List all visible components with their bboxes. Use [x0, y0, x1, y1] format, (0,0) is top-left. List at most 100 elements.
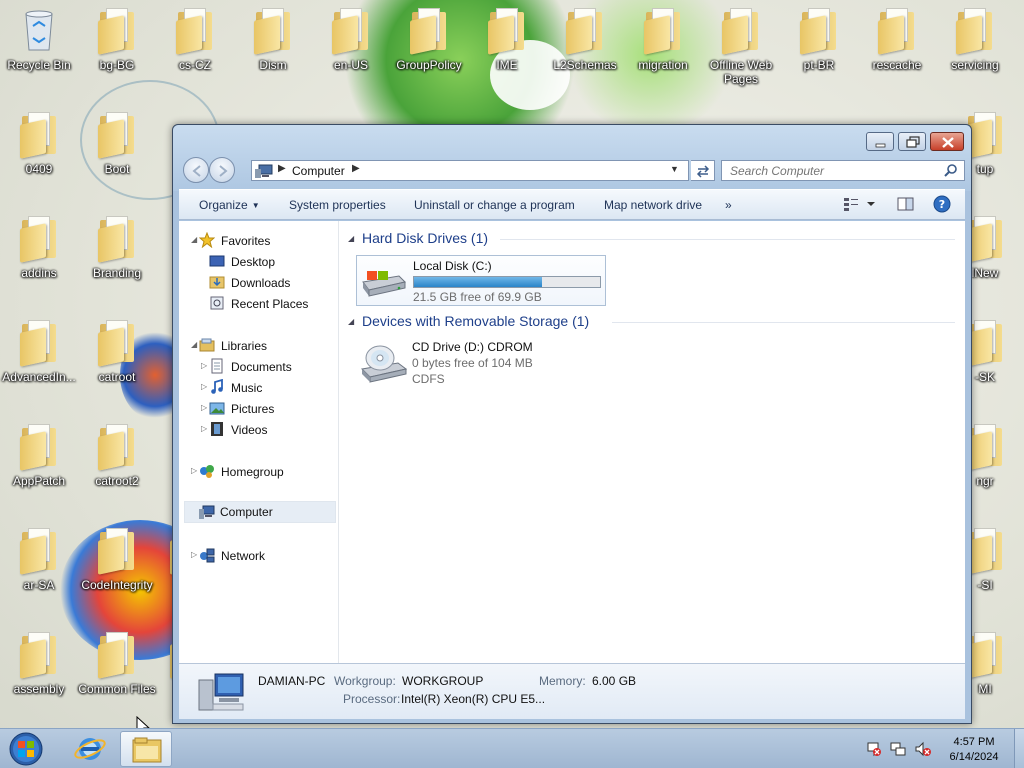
command-bar: Organize ▼ System properties Uninstall or… [179, 189, 965, 220]
nav-item-music[interactable]: Music [209, 378, 329, 398]
processor-label: Processor: [343, 692, 401, 706]
desktop-icon-boot[interactable]: Boot [78, 104, 156, 204]
change-view-button[interactable] [843, 196, 879, 215]
action-center-icon[interactable] [866, 741, 882, 757]
nav-item-videos[interactable]: Videos [209, 420, 329, 440]
desktop-icon-grouppolicy[interactable]: GroupPolicy [390, 0, 468, 100]
volume-muted-icon[interactable] [914, 741, 932, 757]
desktop-icon-recycle-bin[interactable]: Recycle Bin [0, 0, 78, 100]
search-input[interactable] [721, 160, 965, 181]
nav-item-favorites[interactable]: Favorites [199, 231, 329, 251]
nav-item-computer[interactable]: Computer [184, 501, 336, 523]
system-properties-button[interactable]: System properties [289, 198, 386, 212]
desktop-icon-catroot2[interactable]: catroot2 [78, 416, 156, 516]
navigation-pane: ◢ Favorites Desktop Downloads Recent Pla… [179, 221, 339, 663]
desktop-icon-common-files[interactable]: Common Files [78, 624, 156, 724]
desktop-icon-apppatch[interactable]: AppPatch [0, 416, 78, 516]
collapse-arrow-icon[interactable]: ◢ [191, 235, 197, 244]
drive-usage-bar [413, 276, 601, 288]
breadcrumb-arrow-icon[interactable]: ▶ [278, 163, 286, 174]
desktop-icon-branding[interactable]: Branding [78, 208, 156, 308]
window-titlebar[interactable] [173, 125, 971, 191]
maximize-button[interactable] [898, 132, 926, 151]
nav-item-pictures[interactable]: Pictures [209, 399, 329, 419]
desktop-icon-l2schemas[interactable]: L2Schemas [546, 0, 624, 100]
organize-menu[interactable]: Organize ▼ [199, 198, 260, 212]
desktop-icon-ar-sa[interactable]: ar-SA [0, 520, 78, 620]
minimize-button[interactable] [866, 132, 894, 151]
collapse-arrow-icon[interactable]: ◢ [191, 340, 197, 349]
desktop-icon-label: rescache [872, 58, 922, 72]
show-desktop-button[interactable] [1014, 729, 1024, 768]
desktop-icon-label: 0409 [25, 162, 53, 176]
refresh-button[interactable] [691, 160, 715, 181]
desktop-icon-assembly[interactable]: assembly [0, 624, 78, 724]
address-bar[interactable]: ▶ Computer ▶ ▼ [251, 160, 689, 181]
desktop-icon-codeintegrity[interactable]: CodeIntegrity [78, 520, 156, 620]
collapse-group-icon[interactable]: ◢ [348, 317, 354, 326]
expand-arrow-icon[interactable]: ▷ [191, 466, 197, 475]
collapse-group-icon[interactable]: ◢ [348, 234, 354, 243]
desktop-icon-advancedin[interactable]: AdvancedIn... [0, 312, 78, 412]
breadcrumb-computer[interactable]: Computer [292, 164, 345, 178]
close-button[interactable] [930, 132, 964, 151]
desktop-icon-bg-bg[interactable]: bg-BG [78, 0, 156, 100]
start-button[interactable] [2, 731, 50, 767]
folder-icon [18, 320, 60, 367]
map-network-drive-button[interactable]: Map network drive [604, 198, 702, 212]
uninstall-program-button[interactable]: Uninstall or change a program [414, 198, 575, 212]
nav-item-libraries[interactable]: Libraries [199, 336, 329, 356]
desktop-icon-servicing[interactable]: servicing [936, 0, 1014, 100]
breadcrumb-arrow-icon[interactable]: ▶ [352, 163, 360, 174]
drive-tile-local-disk-c[interactable]: Local Disk (C:) 21.5 GB free of 69.9 GB [356, 255, 606, 306]
nav-item-desktop[interactable]: Desktop [209, 252, 329, 272]
desktop-icon-ime[interactable]: IME [468, 0, 546, 100]
preview-pane-icon [897, 197, 914, 211]
nav-item-downloads[interactable]: Downloads [209, 273, 329, 293]
nav-item-recent-places[interactable]: Recent Places [209, 294, 329, 314]
desktop-icon-label: servicing [951, 58, 999, 72]
folder-icon [18, 112, 60, 159]
desktop-icon-catroot[interactable]: catroot [78, 312, 156, 412]
desktop-icon-label: pt-BR [803, 58, 835, 72]
back-button[interactable] [183, 157, 209, 183]
more-commands-button[interactable]: » [725, 198, 732, 212]
help-button[interactable]: ? [933, 195, 951, 216]
workgroup-value: WORKGROUP [402, 674, 484, 688]
nav-item-homegroup[interactable]: Homegroup [199, 462, 329, 482]
desktop-icon-0409[interactable]: 0409 [0, 104, 78, 204]
desktop-icon-addins[interactable]: addins [0, 208, 78, 308]
folder-icon [408, 8, 450, 55]
explorer-window[interactable]: ▶ Computer ▶ ▼ Organize▼ System properti… [172, 124, 972, 724]
forward-button[interactable] [209, 157, 235, 183]
system-clock[interactable]: 4:57 PM 6/14/2024 [936, 735, 1012, 765]
desktop-icon-migration[interactable]: migration [624, 0, 702, 100]
windows-explorer-icon [132, 737, 162, 763]
desktop-icon-dism[interactable]: Dism [234, 0, 312, 100]
taskbar-windows-explorer[interactable] [120, 731, 172, 767]
desktop-icon-offline-web-pages[interactable]: Offline Web Pages [702, 0, 780, 100]
address-dropdown-icon[interactable]: ▼ [670, 164, 679, 174]
desktop-icon-en-us[interactable]: en-US [312, 0, 390, 100]
expand-arrow-icon[interactable]: ▷ [201, 424, 207, 433]
desktop-icon-cs-cz[interactable]: cs-CZ [156, 0, 234, 100]
desktop-icon-pt-br[interactable]: pt-BR [780, 0, 858, 100]
preview-pane-button[interactable] [897, 196, 915, 215]
taskbar-internet-explorer[interactable] [64, 731, 116, 767]
nav-item-documents[interactable]: Documents [209, 357, 329, 377]
desktop-icon-s[interactable]: S [1012, 0, 1024, 100]
expand-arrow-icon[interactable]: ▷ [201, 382, 207, 391]
drive-usage-fill [414, 277, 543, 287]
nav-item-network[interactable]: Network [199, 546, 329, 566]
expand-arrow-icon[interactable]: ▷ [201, 361, 207, 370]
drive-tile-cd-drive-d[interactable]: CD Drive (D:) CDROM 0 bytes free of 104 … [356, 337, 606, 389]
network-status-icon[interactable] [890, 741, 906, 757]
desktop-icon-rescache[interactable]: rescache [858, 0, 936, 100]
search-icon[interactable] [943, 163, 959, 179]
desktop-icon-label: Boot [104, 162, 130, 176]
expand-arrow-icon[interactable]: ▷ [191, 550, 197, 559]
expand-arrow-icon[interactable]: ▷ [201, 403, 207, 412]
group-header-removable[interactable]: Devices with Removable Storage (1) [362, 313, 589, 329]
desktop-icon [209, 255, 225, 267]
group-header-hard-disks[interactable]: Hard Disk Drives (1) [362, 230, 488, 246]
